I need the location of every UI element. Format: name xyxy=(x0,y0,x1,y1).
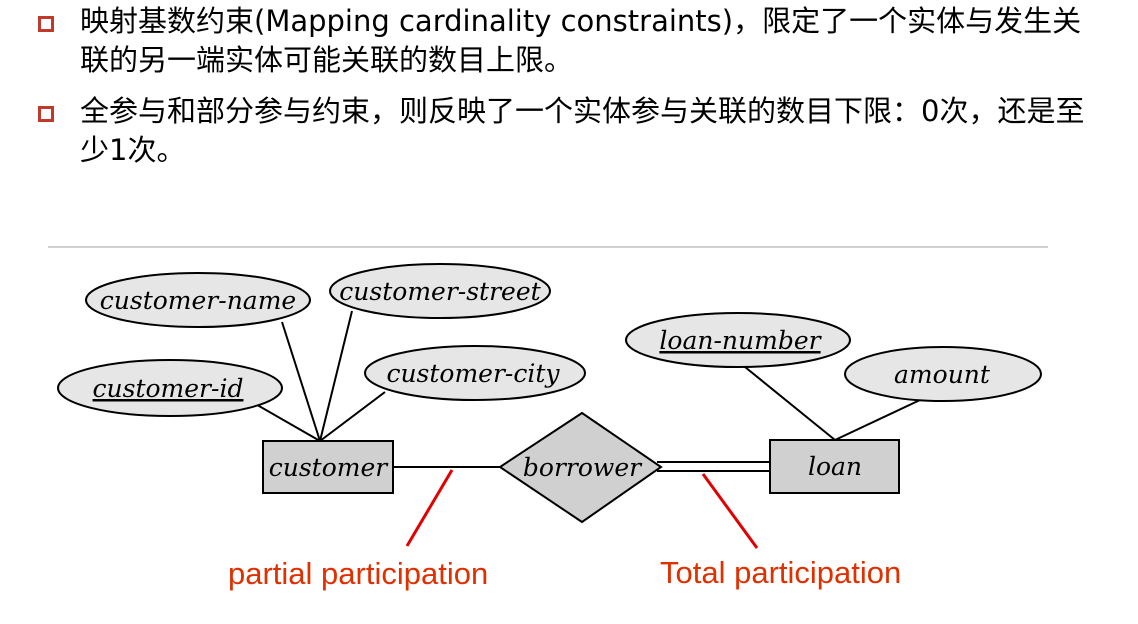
er-diagram: customer-name customer-street customer-i… xyxy=(48,246,1048,591)
entity-customer: customer xyxy=(262,440,394,494)
link-loan-number xyxy=(744,366,836,441)
entity-loan: loan xyxy=(769,439,900,494)
attribute-customer-city: customer-city xyxy=(364,345,586,401)
partial-participation-label: partial participation xyxy=(228,556,488,591)
attribute-loan-number: loan-number xyxy=(625,312,851,368)
attribute-customer-id: customer-id xyxy=(57,359,283,417)
attribute-customer-name-label: customer-name xyxy=(100,286,296,315)
attribute-amount-label: amount xyxy=(894,360,991,389)
attribute-customer-name: customer-name xyxy=(85,272,311,328)
total-participation-label: Total participation xyxy=(660,555,901,590)
attribute-customer-city-label: customer-city xyxy=(386,359,560,388)
relationship-borrower: borrower xyxy=(498,411,663,524)
attribute-loan-number-label: loan-number xyxy=(659,326,822,355)
total-participation-pointer xyxy=(701,473,759,549)
attribute-customer-street-label: customer-street xyxy=(339,277,541,306)
attribute-customer-street: customer-street xyxy=(329,263,551,319)
relationship-borrower-label: borrower xyxy=(523,453,643,482)
link-amount xyxy=(834,399,921,441)
attribute-customer-id-label: customer-id xyxy=(93,374,244,403)
partial-participation-pointer xyxy=(405,469,454,547)
entity-loan-label: loan xyxy=(808,452,862,481)
attribute-amount: amount xyxy=(844,346,1042,402)
entity-customer-label: customer xyxy=(269,453,390,482)
